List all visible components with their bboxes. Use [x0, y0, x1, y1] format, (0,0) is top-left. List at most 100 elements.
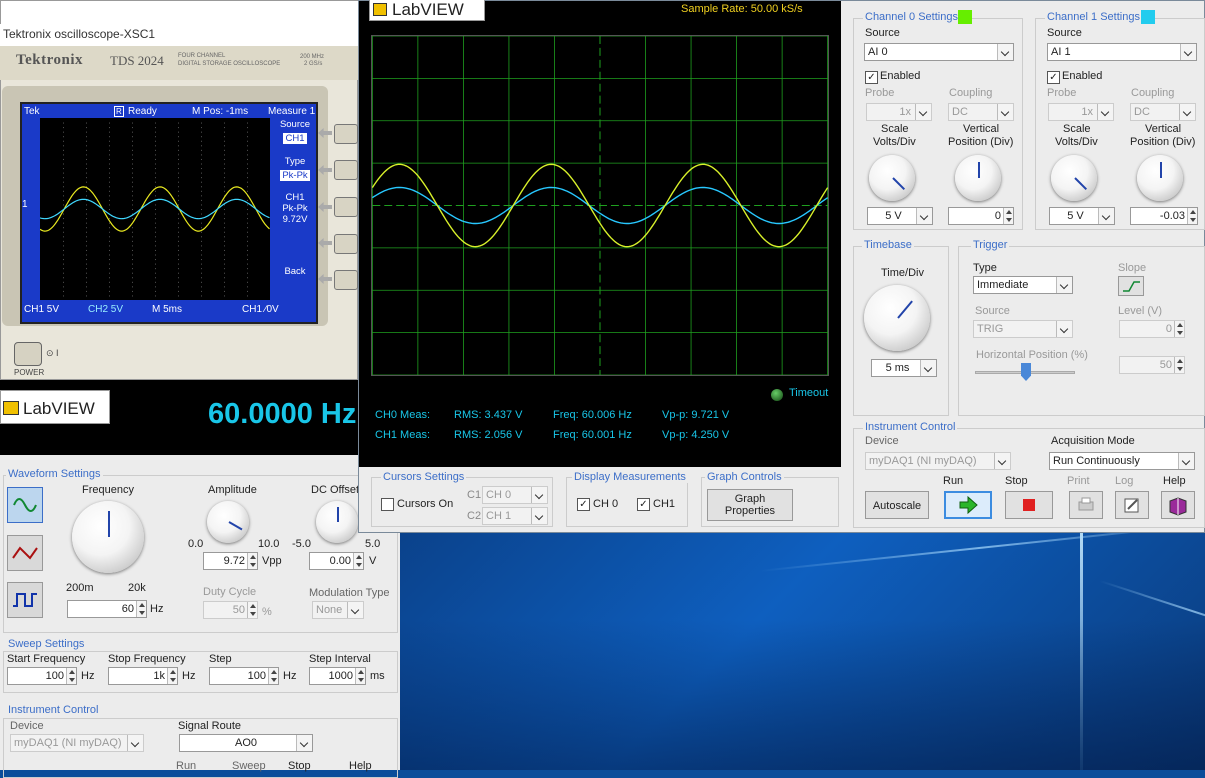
channel1-settings-title: Channel 1 Settings — [1045, 11, 1142, 23]
trigger-slope-button[interactable] — [1118, 276, 1144, 296]
ch1-vpos-knob[interactable] — [1137, 155, 1183, 201]
horizontal-position-input[interactable]: 50 — [1119, 356, 1185, 374]
fgen-help-label: Help — [349, 760, 372, 772]
dc-offset-min-label: -5.0 — [292, 538, 311, 550]
frequency-knob[interactable] — [72, 501, 144, 573]
ch0-probe-select[interactable]: 1x — [866, 103, 932, 121]
help-button[interactable] — [1161, 491, 1195, 519]
display-ch1-checkbox[interactable]: ✓ — [637, 498, 650, 511]
cursors-settings-title: Cursors Settings — [381, 471, 467, 483]
ch1-enabled-checkbox[interactable]: ✓ — [1047, 71, 1060, 84]
desktop-background — [360, 530, 1205, 770]
tek-readout-channel: CH1 — [285, 192, 305, 203]
ch0-vpos-input[interactable]: 0 — [948, 207, 1014, 225]
tek-model-sub2: DIGITAL STORAGE OSCILLOSCOPE — [178, 61, 281, 67]
step-label: Step — [209, 653, 232, 665]
graph-properties-button[interactable]: Graph Properties — [707, 489, 793, 521]
fgen-sweep-label: Sweep — [232, 760, 266, 772]
scope-waveform-graph[interactable] — [371, 35, 829, 376]
ch0-vpos-knob[interactable] — [955, 155, 1001, 201]
ch1-vpos-input[interactable]: -0.03 — [1130, 207, 1198, 225]
tek-menu-back: Back — [284, 266, 306, 277]
print-label: Print — [1067, 475, 1090, 487]
run-button[interactable] — [944, 491, 992, 519]
run-arrow-icon — [959, 495, 978, 515]
time-div-select[interactable]: 5 ms — [871, 359, 937, 377]
tek-power-button[interactable] — [14, 342, 42, 366]
ch1-coupling-select[interactable]: DC — [1130, 103, 1196, 121]
graph-controls-title: Graph Controls — [705, 471, 784, 483]
tek-window-title: Tektronix oscilloscope-XSC1 — [0, 24, 358, 46]
dc-offset-input[interactable]: 0.00 — [309, 552, 364, 570]
ch0-vpp: Vp-p: 9.721 V — [662, 409, 730, 421]
ch0-source-select[interactable]: AI 0 — [864, 43, 1014, 61]
tek-brand-bar: Tektronix TDS 2024 FOUR CHANNEL DIGITAL … — [0, 46, 358, 80]
tek-model: TDS 2024 — [110, 53, 164, 68]
stop-frequency-input[interactable]: 1k — [108, 667, 178, 685]
ch0-scale-select[interactable]: 5 V — [867, 207, 933, 225]
stop-button[interactable] — [1005, 491, 1053, 519]
frequency-input[interactable]: 60 — [67, 600, 147, 618]
tek-side-button-4[interactable] — [334, 234, 358, 254]
ch1-probe-select[interactable]: 1x — [1048, 103, 1114, 121]
log-button[interactable] — [1115, 491, 1149, 519]
trigger-type-select[interactable]: Immediate — [973, 276, 1073, 294]
c1-select[interactable]: CH 0 — [482, 486, 548, 504]
ch0-scale-label-2: Volts/Div — [873, 136, 916, 148]
tek-side-button-5[interactable] — [334, 270, 358, 290]
tek-side-button-2[interactable] — [334, 160, 358, 180]
step-interval-input[interactable]: 1000 — [309, 667, 366, 685]
dc-offset-label: DC Offset — [311, 484, 360, 496]
time-div-knob[interactable] — [864, 285, 930, 351]
trigger-source-select[interactable]: TRIG — [973, 320, 1073, 338]
display-ch0-checkbox[interactable]: ✓ — [577, 498, 590, 511]
fgen-device-select[interactable]: myDAQ1 (NI myDAQ) — [10, 734, 144, 752]
channel0-color-swatch — [958, 10, 972, 24]
square-wave-button[interactable] — [7, 582, 43, 618]
tek-menu-type: Type Pk-Pk — [272, 156, 318, 181]
start-frequency-input[interactable]: 100 — [7, 667, 77, 685]
duty-cycle-input[interactable]: 50 — [203, 601, 258, 619]
ch0-scale-label-1: Scale — [881, 123, 909, 135]
ch0-meas-label: CH0 Meas: — [375, 409, 431, 421]
triangle-wave-button[interactable] — [7, 535, 43, 571]
tek-side-button-1[interactable] — [334, 124, 358, 144]
c1-label: C1 — [467, 489, 482, 501]
dc-offset-unit: V — [369, 555, 377, 567]
autoscale-button[interactable]: Autoscale — [865, 491, 929, 519]
stop-frequency-unit: Hz — [182, 670, 196, 682]
duty-cycle-label: Duty Cycle — [203, 586, 257, 598]
scope-device-select[interactable]: myDAQ1 (NI myDAQ) — [865, 452, 1011, 470]
ch0-coupling-select[interactable]: DC — [948, 103, 1014, 121]
cursors-on-checkbox[interactable] — [381, 498, 394, 511]
ch0-scale-knob[interactable] — [869, 155, 915, 201]
tek-waveform-plot — [40, 118, 270, 300]
print-button[interactable] — [1069, 491, 1103, 519]
dc-offset-knob[interactable] — [316, 501, 358, 543]
amplitude-input[interactable]: 9.72 — [203, 552, 258, 570]
ch0-freq: Freq: 60.006 Hz — [553, 409, 632, 421]
frequency-min-label: 200m — [66, 582, 94, 594]
modulation-type-select[interactable]: None — [312, 601, 364, 619]
cursors-on-label: Cursors On — [397, 498, 454, 510]
amplitude-knob[interactable] — [207, 501, 249, 543]
time-div-label: Time/Div — [881, 267, 924, 279]
trigger-level-input[interactable]: 0 — [1119, 320, 1185, 338]
timebase-title: Timebase — [862, 239, 914, 251]
ch1-scale-select[interactable]: 5 V — [1049, 207, 1115, 225]
tek-side-button-3[interactable] — [334, 197, 358, 217]
sine-wave-button[interactable] — [7, 487, 43, 523]
ch0-enabled-checkbox[interactable]: ✓ — [865, 71, 878, 84]
ch1-scale-knob[interactable] — [1051, 155, 1097, 201]
c2-select[interactable]: CH 1 — [482, 507, 548, 525]
step-input[interactable]: 100 — [209, 667, 279, 685]
ch1-source-select[interactable]: AI 1 — [1047, 43, 1197, 61]
help-book-icon — [1169, 497, 1187, 516]
acquisition-mode-select[interactable]: Run Continuously — [1049, 452, 1195, 470]
tek-menu-source: Source CH1 — [272, 119, 318, 144]
ch1-scale-label-2: Volts/Div — [1055, 136, 1098, 148]
ch0-rms: RMS: 3.437 V — [454, 409, 523, 421]
sine-wave-icon — [13, 498, 37, 512]
tek-ch-marker: 1 — [22, 199, 28, 210]
signal-route-select[interactable]: AO0 — [179, 734, 313, 752]
